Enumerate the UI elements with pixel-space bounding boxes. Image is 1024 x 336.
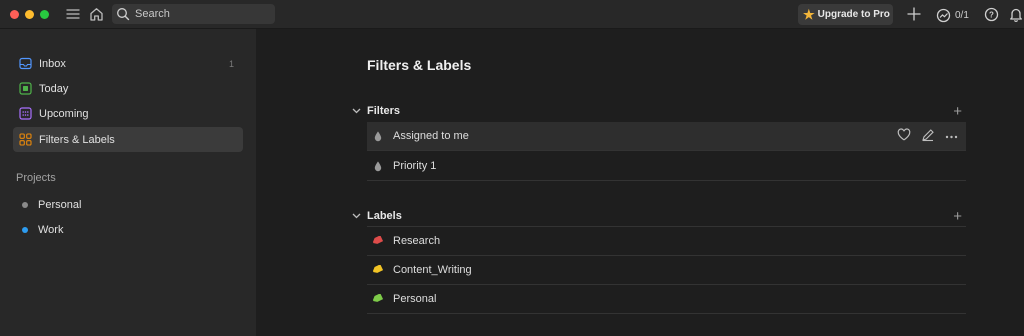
row-actions [897, 128, 958, 145]
productivity-count: 0/1 [955, 9, 969, 21]
project-color-dot [22, 226, 28, 233]
calendar-upcoming-icon [19, 107, 32, 120]
add-task-icon[interactable] [905, 5, 923, 23]
sidebar-item-inbox[interactable]: Inbox 1 [13, 51, 243, 76]
sidebar-item-upcoming[interactable]: Upcoming [13, 101, 243, 126]
edit-pencil-icon[interactable] [921, 128, 935, 145]
sidebar-item-label: Upcoming [39, 107, 89, 120]
window-minimize-button[interactable] [25, 10, 34, 19]
filters-group-header[interactable]: Filters + [352, 101, 966, 121]
search-placeholder: Search [135, 8, 170, 20]
top-bar: Search ★ Upgrade to Pro 0/1 ? [0, 0, 1024, 29]
window-close-button[interactable] [10, 10, 19, 19]
sidebar-project-label: Work [38, 223, 64, 236]
sidebar-item-label: Inbox [39, 57, 66, 70]
inbox-icon [19, 57, 32, 70]
filter-drop-icon [371, 161, 385, 172]
filter-drop-icon [371, 131, 385, 142]
label-tag-icon [371, 265, 385, 275]
sidebar-project-work[interactable]: Work [13, 217, 243, 242]
help-icon[interactable]: ? [982, 5, 1000, 23]
window-zoom-button[interactable] [40, 10, 49, 19]
labels-group-title: Labels [367, 210, 402, 222]
filters-group-title: Filters [367, 105, 401, 117]
home-icon[interactable] [87, 5, 105, 23]
upgrade-to-pro-button[interactable]: ★ Upgrade to Pro [798, 4, 893, 25]
sidebar-item-label: Filters & Labels [39, 133, 115, 146]
sidebar-item-today[interactable]: Today [13, 76, 243, 101]
search-input[interactable]: Search [112, 4, 275, 24]
label-row-content-writing[interactable]: Content_Writing [367, 256, 966, 285]
label-row-personal[interactable]: Personal [367, 285, 966, 314]
page-title: Filters & Labels [367, 57, 472, 73]
main-content: Filters & Labels Filters + Assigned to m… [256, 29, 1024, 336]
menu-icon[interactable] [64, 5, 82, 23]
chevron-down-icon[interactable] [352, 211, 364, 221]
filter-row-priority-1[interactable]: Priority 1 [367, 152, 966, 181]
label-row-research[interactable]: Research [367, 227, 966, 256]
notifications-icon[interactable] [1007, 5, 1024, 23]
more-options-icon[interactable] [945, 130, 958, 142]
projects-section-title[interactable]: Projects [16, 172, 56, 184]
calendar-today-icon [19, 82, 32, 95]
sidebar-project-label: Personal [38, 198, 82, 211]
filter-row-assigned-to-me[interactable]: Assigned to me [367, 122, 966, 151]
label-tag-icon [371, 236, 385, 246]
sidebar-item-label: Today [39, 82, 69, 95]
star-icon: ★ [803, 7, 815, 22]
sidebar-item-filters-labels[interactable]: Filters & Labels [13, 127, 243, 152]
label-tag-icon [371, 294, 385, 304]
favorite-heart-icon[interactable] [897, 128, 911, 144]
add-label-icon[interactable]: + [953, 209, 962, 224]
label-name: Personal [393, 293, 437, 305]
search-icon [117, 8, 130, 21]
svg-text:?: ? [989, 10, 994, 19]
project-color-dot [22, 201, 28, 208]
label-name: Content_Writing [393, 264, 472, 276]
inbox-count: 1 [228, 58, 234, 69]
filter-label: Priority 1 [393, 160, 437, 172]
filters-labels-icon [19, 133, 32, 146]
sidebar-project-personal[interactable]: Personal [13, 192, 243, 217]
add-filter-icon[interactable]: + [953, 104, 962, 119]
labels-group-header[interactable]: Labels + [352, 206, 966, 226]
filter-label: Assigned to me [393, 130, 469, 142]
sidebar: Inbox 1 Today Upcoming Filters & Labels … [0, 29, 256, 336]
productivity-button[interactable]: 0/1 [936, 6, 969, 24]
productivity-icon [936, 8, 951, 22]
chevron-down-icon[interactable] [352, 106, 364, 116]
upgrade-label: Upgrade to Pro [817, 9, 890, 20]
label-name: Research [393, 235, 441, 247]
